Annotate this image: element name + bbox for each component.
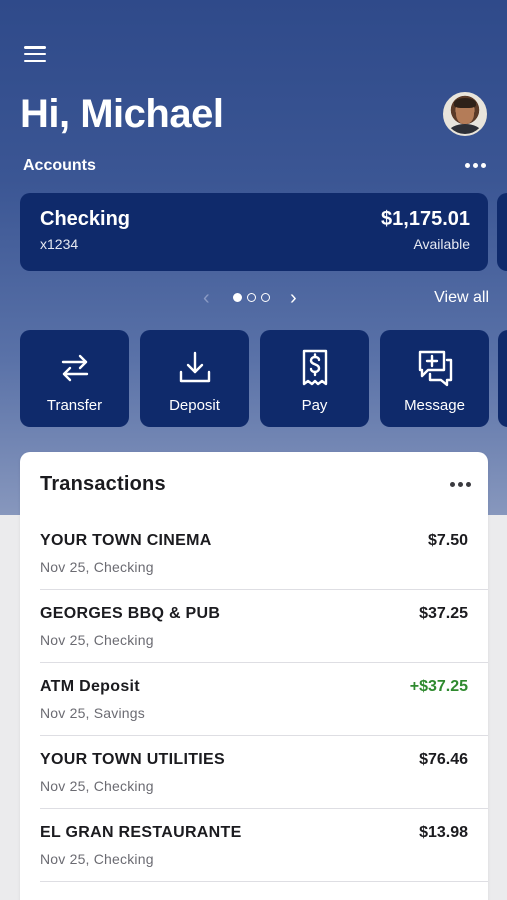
account-card-checking[interactable]: Checking x1234 $1,175.01 Available (20, 193, 488, 271)
transactions-panel: Transactions YOUR TOWN CINEMA Nov 25, Ch… (20, 452, 488, 900)
transaction-amount: +$37.25 (409, 678, 468, 695)
account-balance: $1,175.01 (381, 208, 470, 230)
transaction-row[interactable]: YOUR TOWN CINEMA Nov 25, Checking $7.50 (20, 517, 488, 590)
transaction-amount: $7.50 (427, 532, 468, 549)
account-number: x1234 (40, 236, 79, 252)
accounts-more-icon[interactable] (465, 163, 486, 168)
transfer-label: Transfer (46, 397, 103, 414)
transactions-more-icon[interactable] (450, 482, 471, 487)
transfer-arrows-icon (61, 354, 88, 382)
account-balance-label: Available (413, 236, 470, 252)
transaction-meta: Nov 25, Checking (40, 632, 154, 648)
account-name: Checking (40, 208, 131, 230)
chevron-left-icon[interactable]: ‹ (203, 287, 210, 310)
deposit-button[interactable]: Deposit (140, 330, 249, 427)
pager-dot (261, 293, 270, 302)
row-divider (40, 881, 488, 882)
hamburger-menu-icon[interactable] (24, 44, 46, 64)
transaction-amount: $37.25 (419, 605, 468, 622)
transaction-name: YOUR TOWN UTILITIES (40, 751, 225, 768)
transaction-row[interactable]: EL GRAN RESTAURANTE Nov 25, Checking $13… (20, 809, 488, 882)
transaction-amount: $13.98 (419, 824, 468, 841)
user-avatar[interactable] (443, 92, 487, 136)
pager-dot-active (233, 293, 242, 302)
transaction-name: EL GRAN RESTAURANTE (40, 824, 242, 841)
next-action-peek[interactable] (498, 330, 507, 427)
transaction-name: YOUR TOWN CINEMA (40, 532, 212, 549)
dollar-receipt-icon (302, 349, 327, 386)
deposit-label: Deposit (169, 397, 220, 414)
transaction-row[interactable]: YOUR TOWN UTILITIES Nov 25, Checking $76… (20, 736, 488, 809)
message-button[interactable]: Message (380, 330, 489, 427)
transaction-amount: $76.46 (419, 751, 468, 768)
transaction-name: ATM Deposit (40, 678, 140, 695)
pager-dot (247, 293, 256, 302)
transactions-title: Transactions (40, 473, 166, 495)
transaction-row[interactable]: ATM Deposit Nov 25, Savings +$37.25 (20, 663, 488, 736)
download-tray-icon (179, 351, 210, 383)
transaction-row[interactable]: GEORGES BBQ & PUB Nov 25, Checking $37.2… (20, 590, 488, 663)
transaction-meta: Nov 25, Savings (40, 705, 145, 721)
transaction-name: GEORGES BBQ & PUB (40, 605, 221, 622)
account-pager-dots (233, 293, 270, 302)
message-plus-icon (418, 350, 452, 387)
pay-button[interactable]: Pay (260, 330, 369, 427)
message-label: Message (404, 397, 465, 414)
greeting-title: Hi, Michael (20, 92, 224, 136)
chevron-right-icon[interactable]: › (290, 287, 297, 310)
pay-label: Pay (301, 397, 328, 414)
transaction-meta: Nov 25, Checking (40, 559, 154, 575)
view-all-link[interactable]: View all (434, 289, 489, 307)
next-account-card-peek[interactable] (497, 193, 507, 271)
transfer-button[interactable]: Transfer (20, 330, 129, 427)
accounts-label: Accounts (23, 157, 96, 174)
transaction-meta: Nov 25, Checking (40, 778, 154, 794)
transaction-meta: Nov 25, Checking (40, 851, 154, 867)
